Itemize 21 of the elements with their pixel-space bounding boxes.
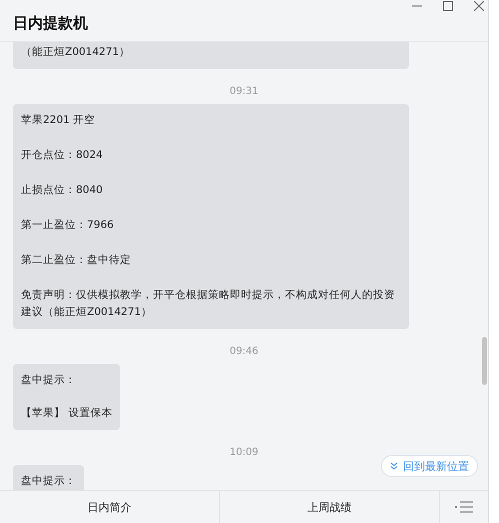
maximize-icon[interactable] xyxy=(443,1,453,11)
message-time: 10:09 xyxy=(230,447,258,459)
message-text: 止损点位：8040 xyxy=(21,183,104,198)
window-title: 日内提款机 xyxy=(13,14,88,33)
message-time: 09:46 xyxy=(230,346,258,358)
close-icon[interactable] xyxy=(474,1,484,11)
message-time: 09:31 xyxy=(230,86,258,98)
message-text: 开仓点位：8024 xyxy=(21,148,104,163)
double-chevron-icon xyxy=(390,462,398,470)
message-text: （能正烜Z0014271） xyxy=(21,45,131,60)
message-text: 第一止盈位：7966 xyxy=(21,218,115,233)
message-text: 盘中提示： xyxy=(21,474,76,489)
message-text: 第二止盈位：盘中待定 xyxy=(21,253,132,268)
bottom-tab[interactable]: 日内简介 xyxy=(0,491,220,523)
bottom-tab[interactable]: 上周战绩 xyxy=(220,491,440,523)
message-text: 【苹果】 设置保本 xyxy=(21,406,112,421)
menu-icon[interactable] xyxy=(455,501,473,513)
scrollbar-thumb[interactable] xyxy=(482,337,487,385)
message-text: 免责声明：仅供模拟教学，开平仓根据策略即时提示，不构成对任何人的投资建议（能正烜Z0014271） xyxy=(21,288,396,320)
message-text: 苹果2201 开空 xyxy=(21,113,96,128)
message-text: 盘中提示： xyxy=(21,373,77,388)
